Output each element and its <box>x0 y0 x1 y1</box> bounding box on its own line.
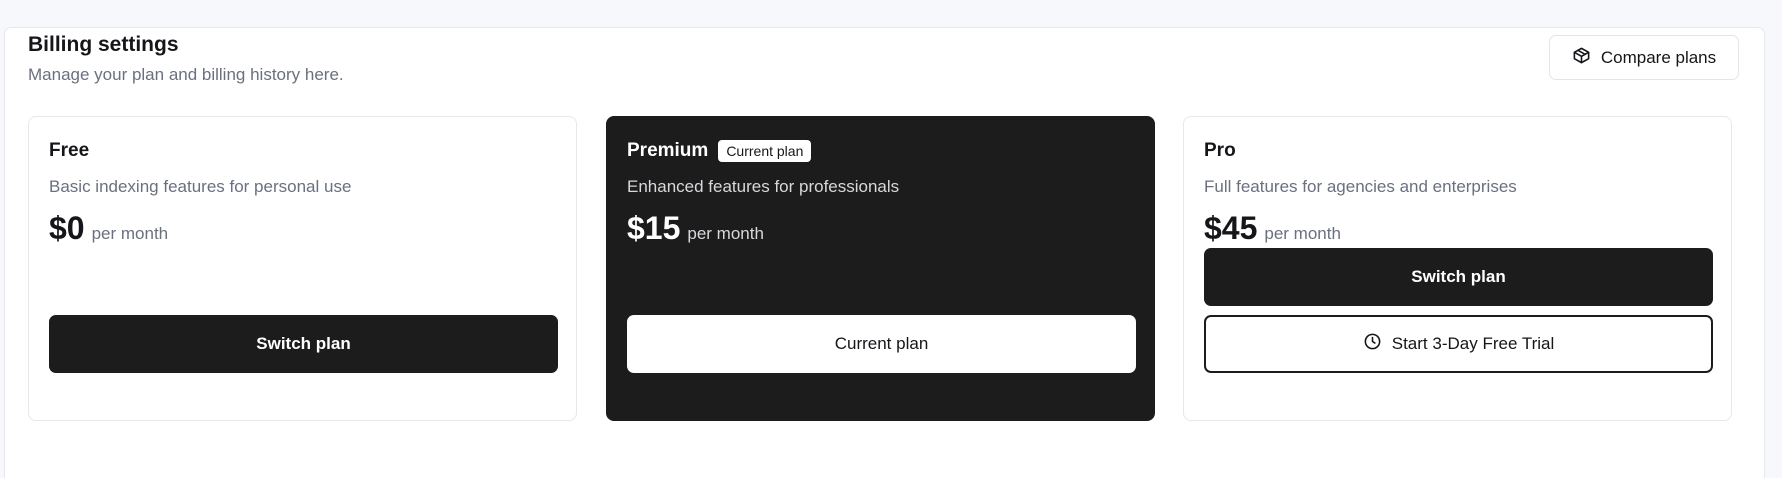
switch-plan-button[interactable]: Switch plan <box>1204 248 1713 306</box>
plan-description: Full features for agencies and enterpris… <box>1204 177 1517 196</box>
plan-period: per month <box>91 224 169 243</box>
plan-card-free: Free Basic indexing features for persona… <box>28 116 577 421</box>
clock-icon <box>1363 332 1382 356</box>
plan-price: $45 <box>1204 210 1258 246</box>
compare-plans-label: Compare plans <box>1600 47 1717 67</box>
current-plan-badge: Current plan <box>718 140 812 162</box>
current-plan-button[interactable]: Current plan <box>627 315 1136 373</box>
plan-price: $15 <box>627 210 681 246</box>
page-title: Billing settings <box>28 33 179 56</box>
plan-card-pro: Pro Full features for agencies and enter… <box>1183 116 1732 421</box>
page-subtitle: Manage your plan and billing history her… <box>28 65 344 84</box>
compare-plans-button[interactable]: Compare plans <box>1549 35 1739 80</box>
box-icon <box>1572 46 1591 70</box>
start-free-trial-label: Start 3-Day Free Trial <box>1391 334 1555 353</box>
plan-name: Premium <box>627 140 709 161</box>
start-free-trial-button[interactable]: Start 3-Day Free Trial <box>1204 315 1713 373</box>
plan-period: per month <box>687 224 764 243</box>
plan-price: $0 <box>49 210 85 246</box>
plan-description: Basic indexing features for personal use <box>49 177 352 196</box>
plan-name: Free <box>49 140 90 161</box>
plan-description: Enhanced features for professionals <box>627 177 900 196</box>
plan-name: Pro <box>1204 140 1236 161</box>
plan-card-premium: Premium Current plan Enhanced features f… <box>606 116 1155 421</box>
plan-period: per month <box>1264 224 1341 243</box>
switch-plan-button[interactable]: Switch plan <box>49 315 558 373</box>
